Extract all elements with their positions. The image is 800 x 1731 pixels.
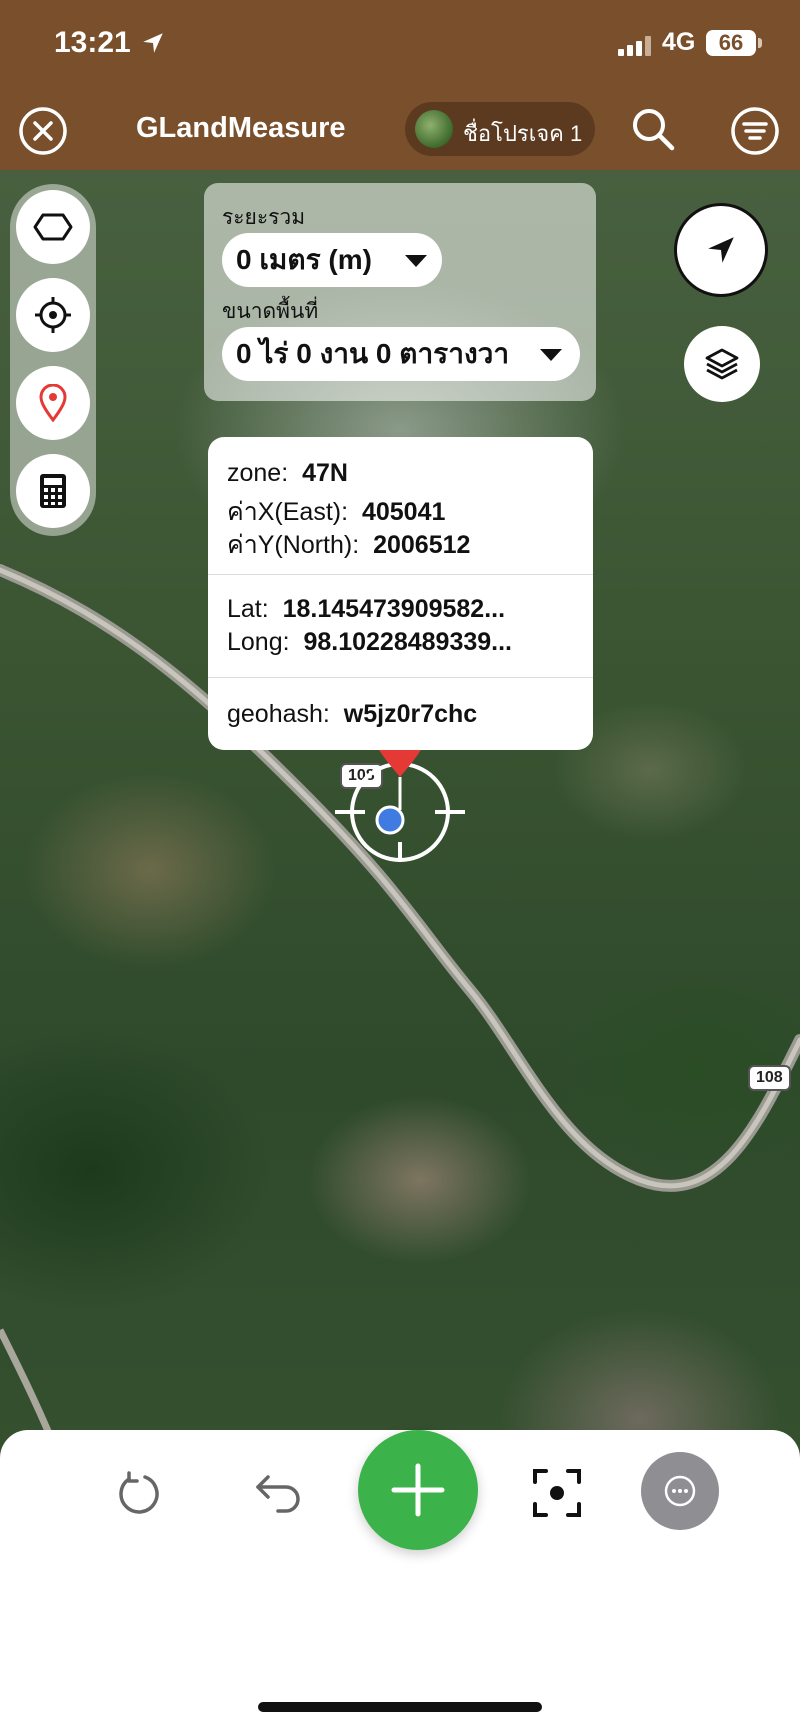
tool-rail [10,184,96,536]
project-selector[interactable]: ชื่อโปรเจค 1 [405,102,595,156]
app-bar: GLandMeasure ชื่อโปรเจค 1 [0,90,800,170]
refresh-button[interactable] [112,1466,166,1520]
distance-label: ระยะรวม [222,206,306,229]
chevron-down-icon [540,349,562,361]
focus-button[interactable] [530,1466,584,1520]
distance-unit-select[interactable]: 0 เมตร (m) [222,233,442,287]
status-bar: 13:21 4G 66 [0,0,800,90]
app-title: GLandMeasure [136,112,346,144]
area-unit-select[interactable]: 0 ไร่ 0 งาน 0 ตารางวา [222,327,580,381]
battery-indicator: 66 [706,30,756,56]
more-icon [664,1475,696,1507]
location-arrow-icon [143,33,163,53]
project-thumbnail [415,110,453,148]
zone-row: zone: 47N [227,459,348,488]
polygon-icon [33,213,73,241]
x-label: ค่าX(East): [227,498,349,526]
layers-icon [705,348,739,380]
undo-button[interactable] [252,1466,306,1520]
zone-label: zone: [227,459,289,487]
add-point-button[interactable] [358,1430,478,1550]
polygon-tool-button[interactable] [16,190,90,264]
crosshair-icon [35,297,71,333]
long-row: Long: 98.10228489339... [227,628,512,657]
signal-icon [618,36,651,56]
add-icon [391,1463,445,1517]
measure-panel: ระยะรวม 0 เมตร (m) ขนาดพื้นที่ 0 ไร่ 0 ง… [204,183,596,401]
lat-value: 18.145473909582... [282,595,506,623]
divider [208,574,593,575]
close-icon[interactable] [18,106,68,156]
more-button[interactable] [641,1452,719,1530]
geohash-row: geohash: w5jz0r7chc [227,700,477,729]
project-name: ชื่อโปรเจค 1 [463,121,583,146]
divider [208,677,593,678]
clock: 13:21 [54,26,131,59]
layers-button[interactable] [684,326,760,402]
lat-label: Lat: [227,595,269,623]
navigation-arrow-icon [708,237,734,263]
search-icon[interactable] [628,104,680,156]
home-indicator [258,1702,542,1712]
y-label: ค่าY(North): [227,531,360,559]
refresh-icon [119,1471,159,1514]
geohash-label: geohash: [227,700,330,728]
x-value: 405041 [361,498,446,526]
navigate-button[interactable] [674,203,768,297]
pin-icon [39,384,67,422]
bottom-toolbar [0,1430,800,1731]
lat-row: Lat: 18.145473909582... [227,595,505,624]
calculator-icon [40,474,66,508]
road-label: 108 [748,1065,791,1091]
filter-menu-icon[interactable] [730,106,780,156]
geohash-value: w5jz0r7chc [343,700,478,728]
network-type: 4G [662,28,696,56]
focus-icon [533,1469,581,1517]
pin-tool-button[interactable] [16,366,90,440]
coordinate-card: zone: 47N ค่าX(East): 405041 ค่าY(North)… [208,437,593,750]
distance-value: 0 เมตร (m) [236,244,372,275]
area-value: 0 ไร่ 0 งาน 0 ตารางวา [236,338,510,369]
undo-icon [256,1475,300,1513]
gps-tool-button[interactable] [16,278,90,352]
calculator-tool-button[interactable] [16,454,90,528]
long-value: 98.10228489339... [303,628,513,656]
area-label: ขนาดพื้นที่ [222,300,319,323]
y-value: 2006512 [373,531,471,559]
long-label: Long: [227,628,290,656]
chevron-down-icon [405,255,427,267]
zone-value: 47N [302,459,348,487]
battery-tip [758,38,762,48]
y-row: ค่าY(North): 2006512 [227,525,470,565]
